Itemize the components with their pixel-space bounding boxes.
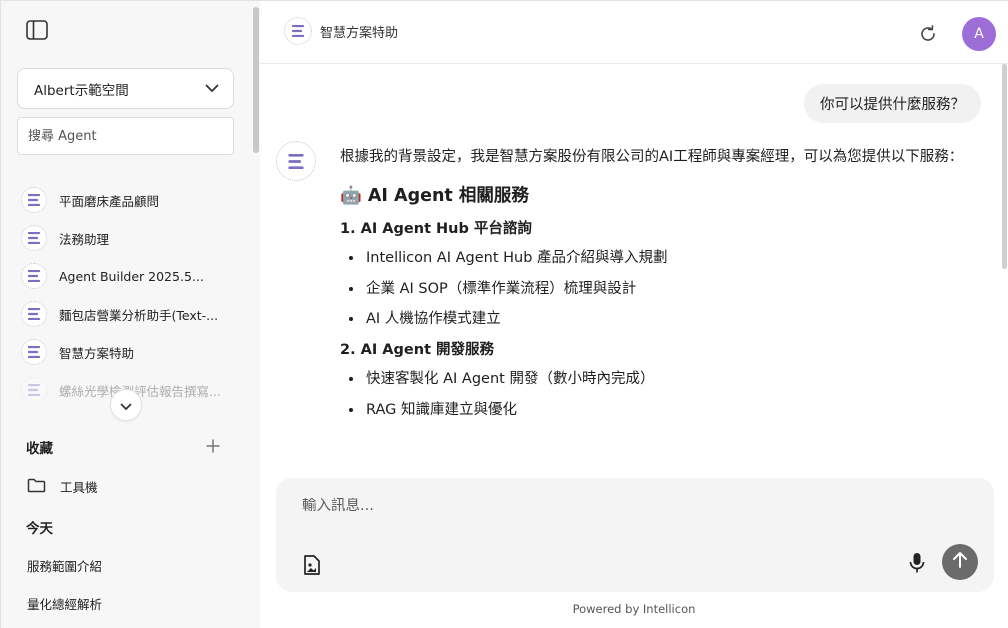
history-item[interactable]: 量化總經解析 [27, 594, 102, 613]
agent-list: 平面磨床產品顧問 法務助理 Agent Builder 2025.5... 麵包… [1, 181, 253, 401]
user-avatar[interactable]: A [962, 17, 996, 51]
subsection-heading: 2. AI Agent 開發服務 [340, 342, 495, 358]
chat-header: 智慧方案特助 A [260, 0, 1008, 64]
history-item[interactable]: 服務範圍介紹 [27, 556, 102, 575]
agent-logo-icon [21, 187, 47, 213]
show-more-agents-button[interactable] [110, 389, 142, 421]
agent-logo-icon [21, 377, 47, 401]
service-item: AI 人機協作模式建立 [364, 307, 990, 332]
message-composer [276, 478, 994, 592]
current-agent: 智慧方案特助 [284, 17, 398, 45]
service-item: 企業 AI SOP（標準作業流程）梳理與設計 [364, 277, 990, 302]
agent-item[interactable]: 智慧方案特助 [21, 338, 134, 366]
microphone-icon[interactable] [907, 552, 927, 574]
chat-scrollbar[interactable] [1002, 64, 1007, 269]
agent-logo-icon [21, 263, 47, 289]
services-heading: 🤖 AI Agent 相關服務 [340, 186, 529, 206]
add-favorite-plus-icon[interactable] [204, 437, 222, 455]
agent-logo-icon [21, 339, 47, 365]
service-item: RAG 知識庫建立與優化 [364, 398, 990, 423]
workspace-name: Albert示範空間 [34, 82, 129, 99]
service-list: Intellicon AI Agent Hub 產品介紹與導入規劃 企業 AI … [364, 246, 990, 332]
agent-label: 智慧方案特助 [59, 345, 135, 361]
sidebar-scrollbar[interactable] [253, 7, 259, 153]
agent-item[interactable]: Agent Builder 2025.5... [21, 262, 204, 290]
powered-by-footer: Powered by Intellicon [572, 602, 696, 616]
user-message: 你可以提供什麼服務？ [804, 84, 981, 123]
sidebar: Albert示範空間 平面磨床產品顧問 法務助理 Agent Builder 2… [0, 0, 260, 628]
workspace-selector[interactable]: Albert示範空間 [17, 68, 234, 109]
chevron-down-icon [205, 81, 219, 97]
favorites-title: 收藏 [26, 441, 53, 457]
sidebar-toggle-icon[interactable] [26, 20, 48, 40]
current-agent-name: 智慧方案特助 [320, 25, 399, 41]
assistant-intro: 根據我的背景設定，我是智慧方案股份有限公司的AI工程師與專案經理，可以為您提供以… [340, 149, 964, 165]
message-input[interactable] [302, 498, 942, 514]
arrow-up-icon [952, 551, 968, 573]
folder-label: 工具機 [60, 480, 98, 495]
service-item: 快速客製化 AI Agent 開發（數小時內完成） [364, 367, 990, 392]
send-button[interactable] [942, 544, 978, 580]
chat-messages: 你可以提供什麼服務？ 根據我的背景設定，我是智慧方案股份有限公司的AI工程師與專… [260, 65, 1008, 475]
agent-label: 麵包店營業分析助手(Text-... [59, 307, 219, 323]
folder-icon [27, 478, 46, 496]
agent-search-input[interactable] [17, 117, 234, 155]
agent-logo-icon [21, 301, 47, 327]
agent-item[interactable]: 麵包店營業分析助手(Text-... [21, 300, 218, 328]
chevron-down-icon [120, 396, 132, 415]
image-attach-icon[interactable] [303, 554, 323, 576]
agent-label: Agent Builder 2025.5... [59, 268, 204, 284]
refresh-icon[interactable] [917, 23, 939, 45]
favorite-folder-item[interactable]: 工具機 [27, 477, 98, 496]
agent-item[interactable]: 平面磨床產品顧問 [21, 186, 159, 214]
assistant-message: 根據我的背景設定，我是智慧方案股份有限公司的AI工程師與專案經理，可以為您提供以… [340, 145, 990, 428]
agent-item[interactable]: 法務助理 [21, 224, 109, 252]
service-item: Intellicon AI Agent Hub 產品介紹與導入規劃 [364, 246, 990, 271]
assistant-logo-icon [276, 141, 316, 181]
agent-label: 平面磨床產品顧問 [59, 193, 160, 209]
subsection-heading: 1. AI Agent Hub 平台諮詢 [340, 221, 532, 237]
agent-logo-icon [284, 17, 312, 45]
agent-label: 法務助理 [59, 231, 110, 247]
agent-logo-icon [21, 225, 47, 251]
service-list: 快速客製化 AI Agent 開發（數小時內完成） RAG 知識庫建立與優化 [364, 367, 990, 423]
today-title: 今天 [26, 521, 53, 537]
